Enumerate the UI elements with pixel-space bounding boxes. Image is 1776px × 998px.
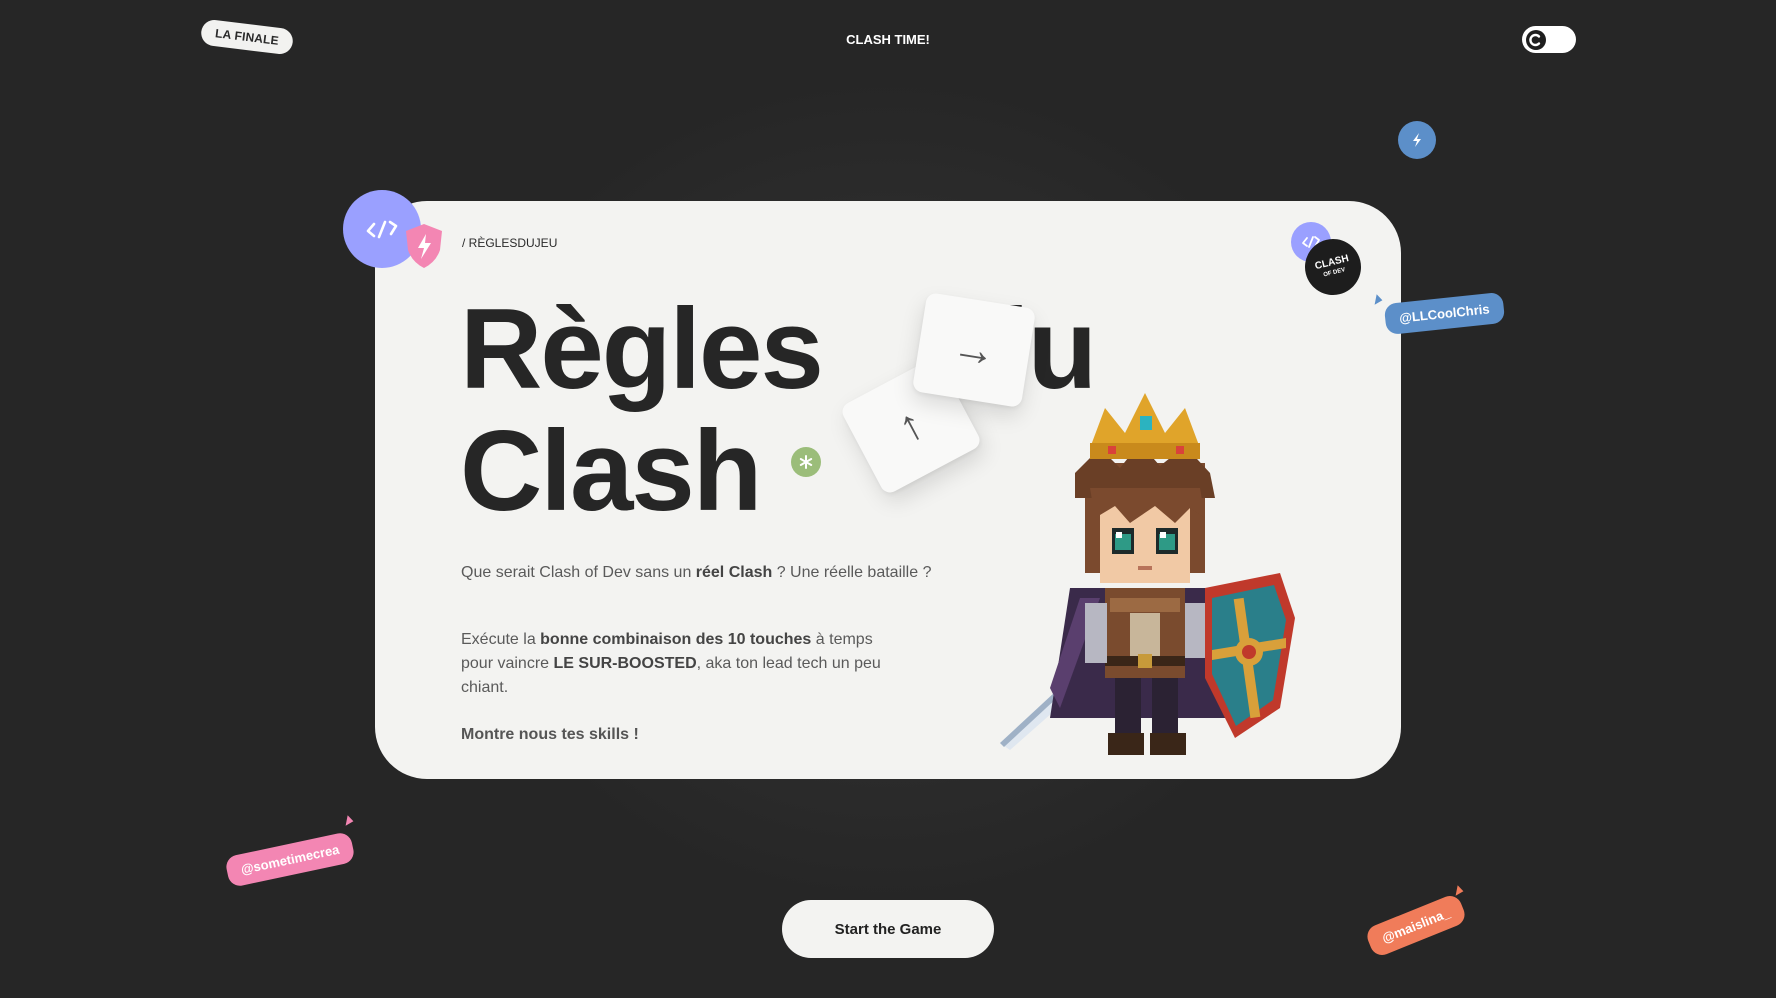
asterisk-icon <box>791 447 821 477</box>
user-tag-mai: @maislina_ <box>1363 892 1469 959</box>
lightning-icon <box>1398 121 1436 159</box>
title-word-clash: Clash <box>460 408 762 535</box>
title-word-regles: Règles <box>460 286 824 413</box>
start-game-button[interactable]: Start the Game <box>782 900 994 958</box>
arrow-right-icon: → <box>948 321 1000 378</box>
cursor-pointer-icon <box>1451 884 1464 896</box>
cta-text: Montre nous tes skills ! <box>461 726 639 743</box>
shield-bolt-icon <box>402 222 446 270</box>
theme-toggle[interactable] <box>1522 26 1576 53</box>
page-title: CLASH TIME! <box>846 32 930 47</box>
pixel-knight-illustration <box>1000 393 1295 755</box>
user-tag-sometime: @sometimecrea <box>224 831 356 888</box>
rules-text: Exécute la bonne combinaison des 10 touc… <box>461 631 881 696</box>
cursor-pointer-icon <box>341 814 354 826</box>
theme-toggle-icon <box>1526 29 1546 50</box>
user-tag-chris: @LLCoolChris <box>1383 291 1505 336</box>
arrow-up-icon: ↑ <box>889 398 932 453</box>
breadcrumb: / RÈGLESDUJEU <box>462 236 558 250</box>
intro-text: Que serait Clash of Dev sans un réel Cla… <box>461 564 932 581</box>
